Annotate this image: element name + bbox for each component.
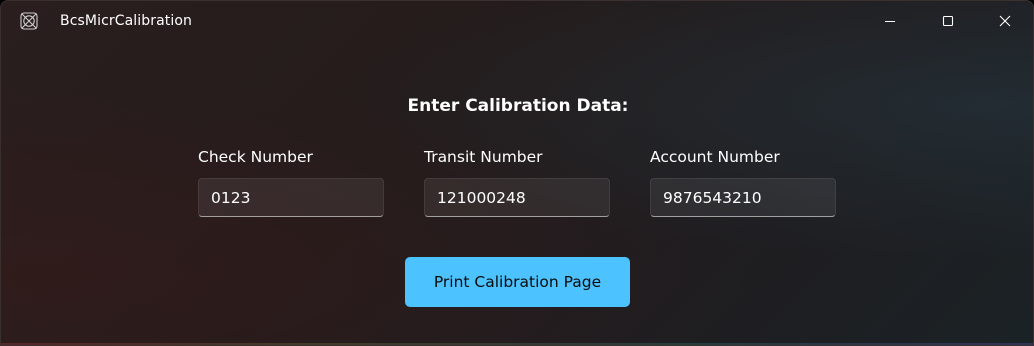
print-calibration-page-button[interactable]: Print Calibration Page <box>405 257 630 307</box>
minimize-button[interactable] <box>867 1 913 41</box>
check-number-input[interactable] <box>198 178 384 217</box>
maximize-icon <box>942 15 954 27</box>
form-heading: Enter Calibration Data: <box>407 96 629 116</box>
close-icon <box>999 15 1011 27</box>
title-bar[interactable]: BcsMicrCalibration <box>1 1 1033 41</box>
maximize-button[interactable] <box>925 1 971 41</box>
account-number-input[interactable] <box>650 178 836 217</box>
account-number-label: Account Number <box>650 148 780 166</box>
close-button[interactable] <box>982 1 1028 41</box>
window-title: BcsMicrCalibration <box>60 13 192 29</box>
app-placeholder-icon <box>20 12 38 30</box>
app-window: BcsMicrCalibration Enter Calibration Dat… <box>0 0 1034 346</box>
transit-number-input[interactable] <box>424 178 610 217</box>
transit-number-label: Transit Number <box>424 148 543 166</box>
check-number-label: Check Number <box>198 148 313 166</box>
minimize-icon <box>885 20 895 23</box>
